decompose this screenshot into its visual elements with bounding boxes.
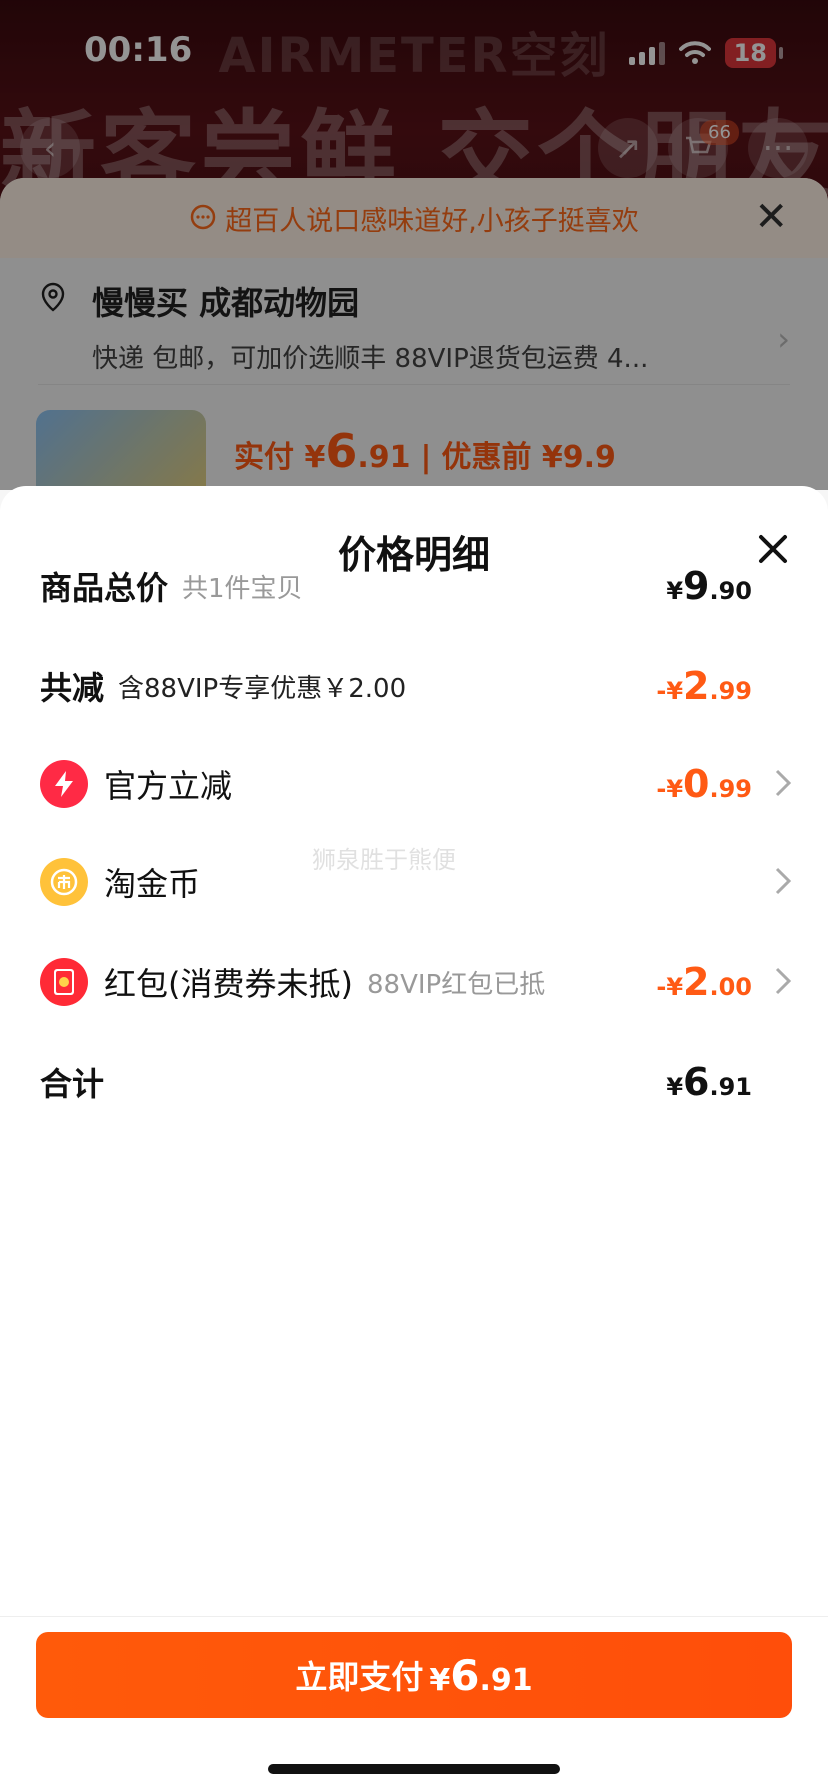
- modal-overlay[interactable]: [0, 0, 828, 490]
- grand-total-row: 合计 ¥6.91: [40, 1052, 752, 1112]
- row-label: 共减: [40, 669, 105, 707]
- close-icon[interactable]: [756, 532, 790, 566]
- chevron-right-icon: [775, 867, 792, 895]
- pay-now-button[interactable]: 立即支付 ¥6.91: [36, 1632, 792, 1718]
- row-label: 淘金币: [104, 865, 201, 903]
- official-discount-row[interactable]: 官方立减 -¥0.99: [40, 754, 792, 814]
- chevron-right-icon: [775, 967, 792, 995]
- divider: [0, 1616, 828, 1617]
- row-amount: ¥6.91: [666, 1060, 752, 1104]
- row-label: 官方立减: [104, 767, 233, 805]
- row-amount: -¥0.99: [656, 762, 752, 806]
- pay-button-label: 立即支付: [295, 1658, 424, 1696]
- watermark-text: 狮泉胜于熊便: [312, 846, 456, 874]
- row-amount: -¥2.00: [656, 960, 752, 1004]
- total-goods-row: 商品总价 共1件宝贝 ¥9.90: [40, 556, 752, 616]
- row-amount: ¥9.90: [666, 564, 752, 608]
- row-label: 商品总价: [40, 569, 169, 607]
- row-label: 红包(消费券未抵): [104, 965, 353, 1003]
- row-note: 88VIP红包已抵: [366, 969, 546, 1000]
- chevron-right-icon: [775, 769, 792, 797]
- row-note: 含88VIP专享优惠￥2.00: [118, 673, 407, 704]
- total-discount-row: 共减 含88VIP专享优惠￥2.00 -¥2.99: [40, 656, 752, 716]
- lightning-icon: [40, 760, 88, 808]
- red-packet-row[interactable]: 红包(消费券未抵) 88VIP红包已抵 -¥2.00: [40, 952, 792, 1012]
- row-label: 合计: [40, 1065, 105, 1103]
- row-note: 共1件宝贝: [182, 573, 303, 604]
- price-detail-sheet: 价格明细 商品总价 共1件宝贝 ¥9.90 共减 含88VIP专享优惠￥2.00…: [0, 486, 828, 1792]
- red-packet-icon: [40, 958, 88, 1006]
- row-amount: -¥2.99: [656, 664, 752, 708]
- coin-icon: [40, 858, 88, 906]
- home-indicator[interactable]: [268, 1764, 560, 1774]
- pay-button-amount: ¥6.91: [429, 1650, 533, 1700]
